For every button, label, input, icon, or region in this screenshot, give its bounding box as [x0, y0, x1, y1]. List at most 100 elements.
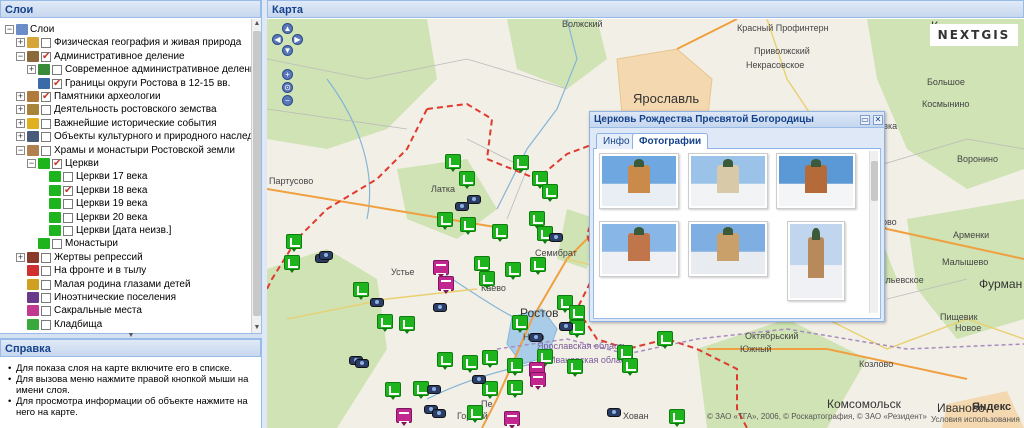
monastery-marker[interactable] [438, 276, 454, 294]
church-marker[interactable] [437, 352, 453, 370]
tree-label[interactable]: Церкви [65, 157, 99, 170]
expand-icon[interactable]: + [16, 92, 25, 101]
layer-checkbox[interactable] [41, 132, 51, 143]
church-marker[interactable] [512, 315, 528, 333]
tree-label[interactable]: На фронте и в тылу [54, 264, 146, 277]
church-marker[interactable] [482, 381, 498, 399]
feature-popup[interactable]: Церковь Рождества Пресвятой Богородицы ▭… [589, 111, 885, 322]
church-marker[interactable] [482, 350, 498, 368]
photo-camera-icon[interactable] [355, 359, 369, 368]
tree-label[interactable]: Церкви 20 века [76, 211, 147, 224]
expand-icon[interactable]: + [16, 252, 25, 262]
tree-label[interactable]: Сакральные места [54, 304, 142, 317]
pan-left-button[interactable]: ◀ [272, 34, 283, 45]
layers-scrollbar[interactable]: ▲ ▼ [251, 19, 261, 333]
photo-camera-icon[interactable] [427, 385, 441, 394]
collapse-icon[interactable]: − [27, 159, 36, 168]
church-marker[interactable] [437, 212, 453, 230]
tree-label[interactable]: Монастыри [65, 237, 118, 250]
layer-checkbox[interactable] [63, 172, 73, 183]
tree-label[interactable]: Физическая география и живая природа [54, 36, 241, 49]
church-marker[interactable] [505, 262, 521, 280]
expand-icon[interactable]: + [16, 118, 25, 128]
layer-checkbox[interactable] [63, 226, 73, 236]
layer-checkbox[interactable] [63, 212, 73, 223]
church-marker[interactable] [459, 171, 475, 189]
tree-label[interactable]: Важнейшие исторические события [54, 117, 217, 130]
photo-camera-icon[interactable] [433, 303, 447, 312]
monastery-marker[interactable] [530, 372, 546, 390]
expand-icon[interactable]: + [16, 132, 25, 142]
tree-label[interactable]: Памятники археологии [54, 90, 161, 103]
photo-camera-icon[interactable] [319, 251, 333, 260]
tree-label[interactable]: Деятельность ростовского земства [54, 103, 217, 116]
tree-label[interactable]: Церкви [дата неизв.] [76, 224, 171, 237]
layer-checkbox[interactable] [41, 319, 51, 330]
church-marker[interactable] [445, 154, 461, 172]
tree-label[interactable]: Кладбища [54, 318, 102, 331]
church-marker[interactable] [284, 255, 300, 273]
church-photo-1[interactable] [599, 153, 679, 209]
layer-checkbox[interactable] [52, 65, 62, 76]
tree-label[interactable]: Церкви 17 века [76, 170, 147, 183]
photo-camera-icon[interactable] [472, 375, 486, 384]
tree-label[interactable]: Административное деление [54, 50, 185, 63]
photo-camera-icon[interactable] [455, 202, 469, 211]
tab-photos[interactable]: Фотографии [632, 133, 709, 149]
layer-checkbox[interactable] [41, 252, 51, 263]
tree-label[interactable]: Слои [30, 23, 54, 36]
popup-scroll-thumb[interactable] [871, 161, 878, 201]
photo-camera-icon[interactable] [467, 195, 481, 204]
tree-label[interactable]: Малая родина глазами детей [54, 278, 191, 291]
church-photo-5[interactable] [688, 221, 768, 277]
tree-label[interactable]: Иноэтнические поселения [54, 291, 176, 304]
pan-right-button[interactable]: ▶ [292, 34, 303, 45]
expand-icon[interactable]: + [16, 38, 25, 48]
tree-label[interactable]: Церкви 19 века [76, 197, 147, 210]
photo-camera-icon[interactable] [432, 409, 446, 418]
popup-scrollbar[interactable] [869, 151, 878, 313]
church-marker[interactable] [385, 382, 401, 400]
church-photo-6[interactable] [787, 221, 845, 301]
monastery-marker[interactable] [504, 411, 520, 428]
pan-up-button[interactable]: ▲ [282, 23, 293, 34]
zoom-world-button[interactable]: ⊙ [282, 82, 293, 93]
yandex-terms-link[interactable]: Условия использования [931, 415, 1020, 424]
popup-dock-button[interactable]: ▭ [860, 115, 870, 125]
church-marker[interactable] [657, 331, 673, 349]
church-photo-2[interactable] [688, 153, 768, 209]
layer-checkbox[interactable] [63, 199, 73, 210]
church-marker[interactable] [353, 282, 369, 300]
layer-checkbox[interactable] [52, 239, 62, 250]
layer-checkbox[interactable] [41, 50, 51, 63]
photo-camera-icon[interactable] [370, 298, 384, 307]
yandex-logo[interactable]: Яндекс [972, 401, 1011, 413]
popup-close-button[interactable]: ✕ [873, 115, 883, 125]
church-marker[interactable] [492, 224, 508, 242]
scroll-down-icon[interactable]: ▼ [253, 324, 261, 332]
photo-camera-icon[interactable] [549, 233, 563, 242]
tree-label[interactable]: Жертвы репрессий [54, 251, 143, 264]
expand-icon[interactable]: + [16, 105, 25, 115]
layer-checkbox[interactable] [41, 279, 51, 290]
church-marker[interactable] [513, 155, 529, 173]
layer-checkbox[interactable] [41, 90, 51, 103]
zoom-in-button[interactable]: + [282, 69, 293, 80]
layer-checkbox[interactable] [41, 38, 51, 49]
layer-checkbox[interactable] [41, 293, 51, 303]
church-marker[interactable] [507, 358, 523, 376]
church-marker[interactable] [479, 271, 495, 289]
pan-down-button[interactable]: ▼ [282, 45, 293, 56]
layer-checkbox[interactable] [52, 157, 62, 170]
church-marker[interactable] [507, 380, 523, 398]
photo-camera-icon[interactable] [559, 322, 573, 331]
layer-checkbox[interactable] [41, 266, 51, 277]
layer-checkbox[interactable] [52, 77, 62, 90]
church-marker[interactable] [399, 316, 415, 334]
monastery-marker[interactable] [396, 408, 412, 426]
tree-label[interactable]: Современное административное деление [65, 63, 252, 76]
layer-checkbox[interactable] [63, 184, 73, 197]
layer-checkbox[interactable] [41, 105, 51, 116]
church-marker[interactable] [530, 257, 546, 275]
church-marker[interactable] [567, 359, 583, 377]
